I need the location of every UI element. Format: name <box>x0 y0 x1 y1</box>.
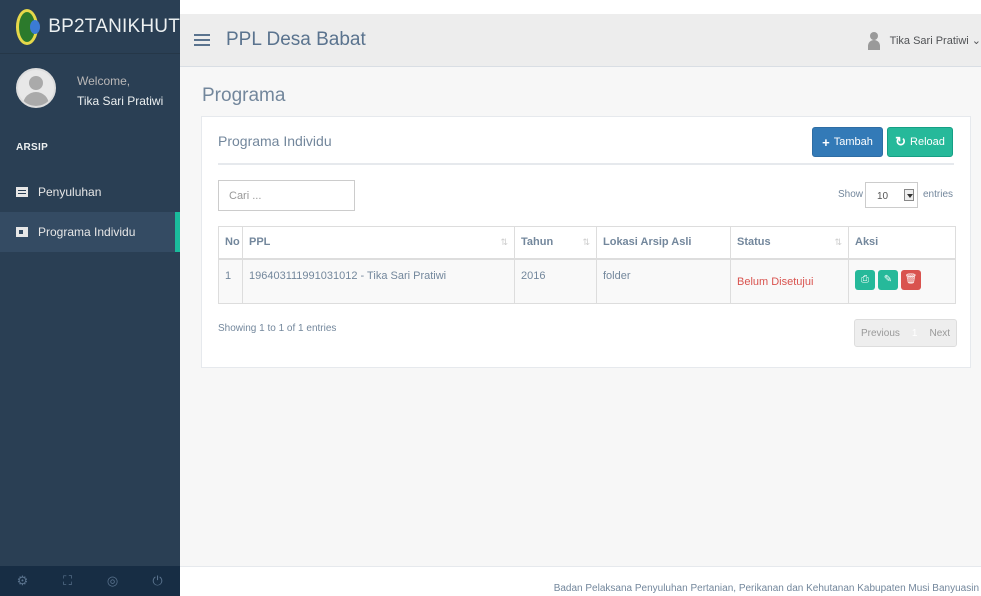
page-button-current[interactable]: 1 <box>905 320 924 346</box>
column-header-no[interactable]: No <box>218 226 243 260</box>
cell-ppl: 196403111991031012 - Tika Sari Pratiwi <box>242 258 515 304</box>
refresh-icon: ↻ <box>895 134 907 149</box>
fullscreen-icon[interactable]: ⛶ <box>58 573 78 589</box>
reload-button-label: Reload <box>910 136 945 148</box>
table-row: 1 196403111991031012 - Tika Sari Pratiwi… <box>218 258 956 304</box>
column-header-ppl[interactable]: PPL ⇅ <box>242 226 515 260</box>
avatar <box>16 68 56 108</box>
footer-text: Badan Pelaksana Penyuluhan Pertanian, Pe… <box>553 583 979 594</box>
cell-lokasi: folder <box>596 258 731 304</box>
dropdown-arrow-icon <box>904 189 914 201</box>
top-strip <box>180 0 981 14</box>
entries-select[interactable]: 10 <box>865 182 918 208</box>
sort-icon: ⇅ <box>582 237 590 247</box>
delete-icon[interactable]: 🗑 <box>901 269 921 290</box>
sidebar-item-label: Penyuluhan <box>38 185 102 199</box>
sidebar-item-penyuluhan[interactable]: Penyuluhan <box>0 172 180 212</box>
sidebar-item-programa-individu[interactable]: Programa Individu <box>0 212 180 252</box>
footer: Badan Pelaksana Penyuluhan Pertanian, Pe… <box>180 566 981 596</box>
data-table: No PPL ⇅ Tahun ⇅ Lokasi Arsip Asli Status ⇅… <box>218 226 956 304</box>
eye-slash-icon[interactable]: ◎ <box>103 573 123 589</box>
column-header-tahun[interactable]: Tahun ⇅ <box>514 226 597 260</box>
chevron-down-icon: ⌄ <box>968 35 981 47</box>
user-name: Tika Sari Pratiwi <box>889 34 969 47</box>
profile: Welcome, Tika Sari Pratiwi <box>0 54 180 140</box>
cell-aksi: ⎙ ✎ 🗑 <box>848 258 956 304</box>
status-badge: Belum Disetujui <box>730 258 849 304</box>
user-avatar-icon <box>867 31 880 50</box>
power-icon[interactable]: ⏻ <box>148 573 168 589</box>
menu-section-title: ARSIP <box>16 142 49 153</box>
search-input[interactable]: Cari ... <box>218 180 355 211</box>
next-button[interactable]: Next <box>923 320 956 346</box>
column-header-aksi: Aksi <box>848 226 956 260</box>
header-title: PPL Desa Babat <box>226 29 366 50</box>
top-navbar: PPL Desa Babat Tika Sari Pratiwi ⌄ <box>180 14 981 67</box>
plus-icon: + <box>822 134 830 150</box>
logo-icon <box>16 8 41 45</box>
pagination: Previous 1 Next <box>854 319 958 347</box>
column-header-lokasi[interactable]: Lokasi Arsip Asli <box>596 226 731 260</box>
sidebar-item-label: Programa Individu <box>38 225 136 239</box>
user-dropdown[interactable]: Tika Sari Pratiwi ⌄ <box>867 14 981 67</box>
welcome-text: Welcome, <box>77 74 131 88</box>
add-button[interactable]: + Tambah <box>812 127 883 157</box>
brand-title: BP2TANIKHUT <box>48 15 180 37</box>
profile-username: Tika Sari Pratiwi <box>77 94 164 108</box>
column-header-status[interactable]: Status ⇅ <box>730 226 849 260</box>
cell-tahun: 2016 <box>514 258 597 304</box>
main-content: Programa Programa Individu + Tambah ↻ Re… <box>180 67 981 566</box>
menu-toggle-icon[interactable] <box>194 34 210 46</box>
page-title: Programa <box>202 85 286 106</box>
print-icon[interactable]: ⎙ <box>855 269 875 290</box>
entries-value: 10 <box>877 191 889 202</box>
panel: Programa Individu + Tambah ↻ Reload Cari… <box>201 116 971 368</box>
previous-button[interactable]: Previous <box>855 320 906 346</box>
divider <box>218 163 954 165</box>
sort-icon: ⇅ <box>834 237 842 247</box>
entries-label: entries <box>923 189 954 200</box>
gear-icon[interactable]: ⚙ <box>13 573 33 589</box>
cell-no: 1 <box>218 258 243 304</box>
square-icon <box>16 227 28 237</box>
sort-icon: ⇅ <box>500 237 508 247</box>
show-label: Show <box>838 189 864 200</box>
add-button-label: Tambah <box>833 136 873 148</box>
sidebar-footer: ⚙ ⛶ ◎ ⏻ <box>0 566 180 596</box>
edit-icon[interactable]: ✎ <box>878 269 898 290</box>
reload-button[interactable]: ↻ Reload <box>887 127 953 157</box>
list-icon <box>16 187 28 197</box>
sidebar: BP2TANIKHUT Welcome, Tika Sari Pratiwi A… <box>0 0 180 596</box>
panel-title: Programa Individu <box>218 133 332 149</box>
table-info: Showing 1 to 1 of 1 entries <box>218 323 337 334</box>
brand[interactable]: BP2TANIKHUT <box>0 0 180 54</box>
